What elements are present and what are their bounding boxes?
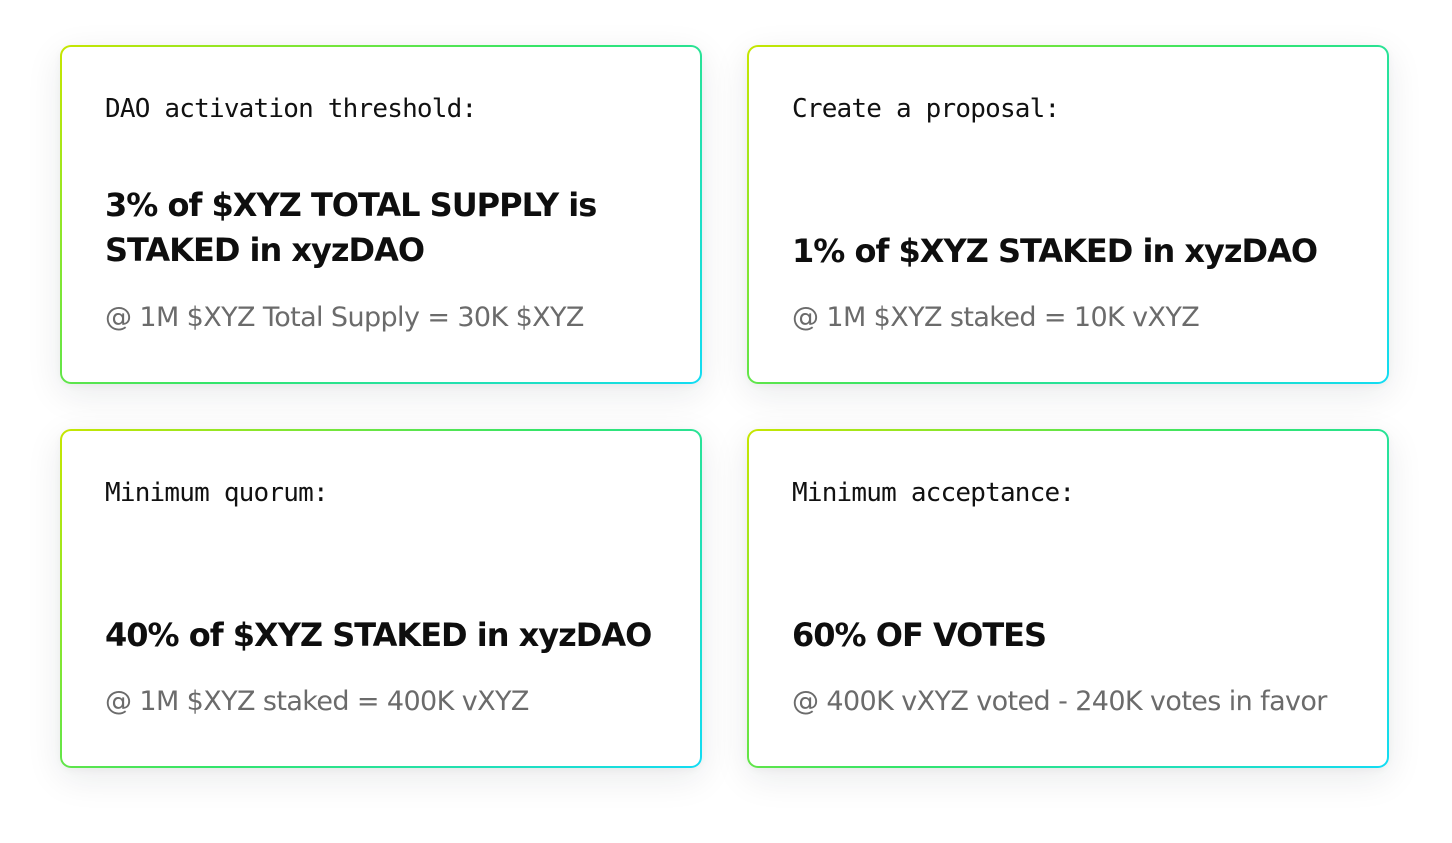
card-create-proposal: Create a proposal: 1% of $XYZ STAKED in … <box>747 45 1389 384</box>
card-dao-activation-threshold: DAO activation threshold: 3% of $XYZ TOT… <box>60 45 702 384</box>
card-value: 1% of $XYZ STAKED in xyzDAO <box>792 232 1318 270</box>
card-note: @ 1M $XYZ staked = 10K vXYZ <box>792 302 1200 333</box>
card-body: Minimum acceptance: 60% OF VOTES @ 400K … <box>749 431 1387 766</box>
card-minimum-quorum: Minimum quorum: 40% of $XYZ STAKED in xy… <box>60 429 702 768</box>
governance-parameters-grid: DAO activation threshold: 3% of $XYZ TOT… <box>0 0 1452 843</box>
card-value: 60% OF VOTES <box>792 616 1047 654</box>
card-body: DAO activation threshold: 3% of $XYZ TOT… <box>62 47 700 382</box>
card-body: Create a proposal: 1% of $XYZ STAKED in … <box>749 47 1387 382</box>
card-note: @ 1M $XYZ staked = 400K vXYZ <box>105 686 529 717</box>
card-value: 3% of $XYZ TOTAL SUPPLY is STAKED in xyz… <box>105 186 597 269</box>
card-label: Minimum acceptance: <box>792 478 1075 508</box>
card-value: 40% of $XYZ STAKED in xyzDAO <box>105 616 652 654</box>
card-label: Minimum quorum: <box>105 478 329 508</box>
card-minimum-acceptance: Minimum acceptance: 60% OF VOTES @ 400K … <box>747 429 1389 768</box>
card-label: DAO activation threshold: <box>105 94 477 124</box>
card-note: @ 1M $XYZ Total Supply = 30K $XYZ <box>105 302 584 333</box>
card-note: @ 400K vXYZ voted - 240K votes in favor <box>792 686 1327 717</box>
card-body: Minimum quorum: 40% of $XYZ STAKED in xy… <box>62 431 700 766</box>
card-label: Create a proposal: <box>792 94 1060 124</box>
